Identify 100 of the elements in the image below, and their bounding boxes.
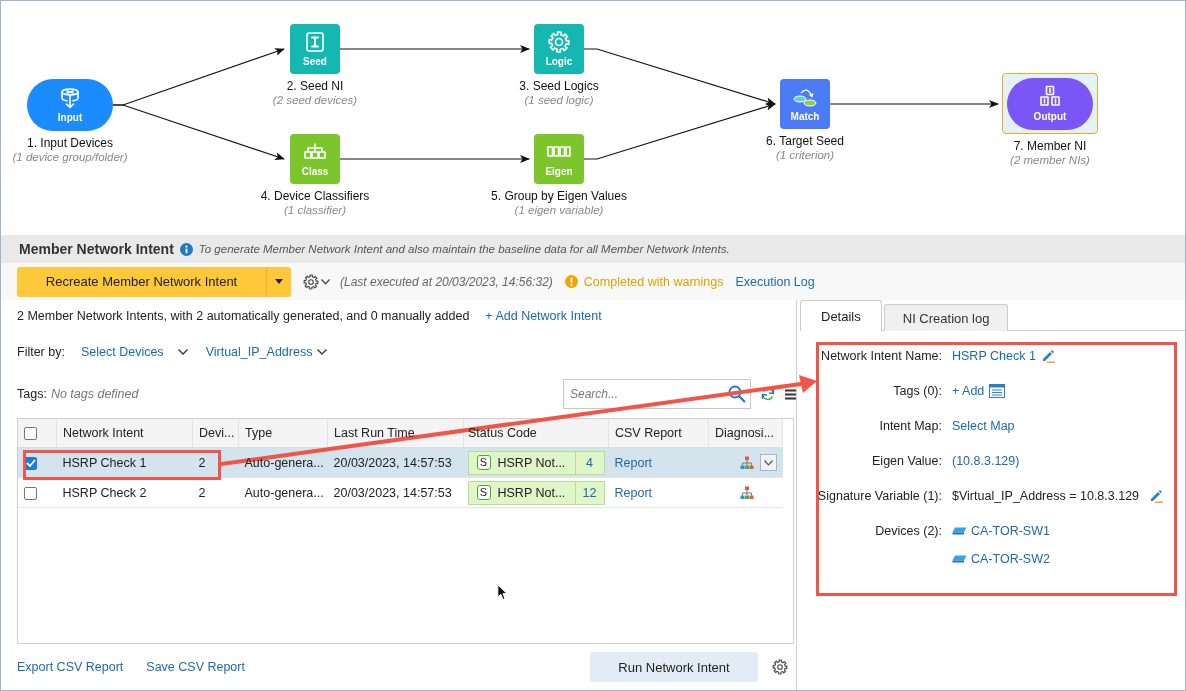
- warning-icon: [564, 275, 578, 288]
- status-count[interactable]: 12: [574, 481, 604, 504]
- table-cell: 20/03/2023, 14:57:53: [327, 447, 464, 478]
- section-title: Member Network Intent: [19, 241, 174, 257]
- node-subtitle: (1 seed logic): [524, 93, 594, 107]
- pill-node[interactable]: Input: [27, 79, 113, 131]
- status-chip[interactable]: S HSRP Not... 12: [467, 480, 605, 505]
- footer-link[interactable]: Save CSV Report: [146, 660, 245, 674]
- topology-icon[interactable]: [739, 455, 754, 470]
- report-link[interactable]: Report: [614, 485, 653, 500]
- intents-icon: [1038, 85, 1062, 109]
- column-header[interactable]: CSV Report: [608, 419, 709, 448]
- table-cell: 2: [192, 447, 239, 478]
- filter-label: Filter by:: [17, 345, 65, 359]
- table-cell: Auto-genera...: [238, 447, 328, 478]
- column-header[interactable]: Devi...: [192, 419, 239, 448]
- node-label: Logic: [545, 56, 573, 68]
- table-row[interactable]: HSRP Check 2 2 Auto-genera... 20/03/2023, 14:57:53 S HSRP Not... 12 Report: [18, 477, 793, 508]
- field-label: Intent Map:: [878, 418, 942, 433]
- run-network-intent-button[interactable]: Run Network Intent: [590, 652, 758, 682]
- status-text: Completed with warnings: [583, 274, 724, 289]
- node-label: Input: [57, 112, 83, 124]
- row-menu-button[interactable]: [759, 454, 777, 471]
- column-header[interactable]: Diagnosi...: [708, 419, 783, 448]
- filter-dropdown[interactable]: Virtual_IP_Address: [205, 345, 328, 359]
- table-cell: HSRP Check 2: [56, 477, 193, 508]
- tags-value: No tags defined: [50, 387, 139, 401]
- table-cell: Auto-genera...: [238, 477, 328, 508]
- settings-icon[interactable]: [772, 659, 788, 675]
- tab[interactable]: Details: [800, 300, 882, 331]
- execution-log-link[interactable]: Execution Log: [735, 274, 815, 289]
- status-count[interactable]: 4: [574, 451, 604, 474]
- node-title: 5. Group by Eigen Values: [491, 189, 627, 203]
- device-link[interactable]: CA-TOR-SW1: [971, 524, 1050, 538]
- column-header[interactable]: Last Run Time: [327, 419, 464, 448]
- status-badge: S: [476, 485, 491, 500]
- node-title: 2. Seed NI: [286, 79, 344, 93]
- menu-icon[interactable]: [785, 388, 796, 400]
- node-title: 4. Device Classifiers: [260, 189, 370, 203]
- value-link[interactable]: (10.8.3.129): [952, 454, 1020, 468]
- report-link[interactable]: Report: [614, 455, 653, 470]
- table-cell: 2: [192, 477, 239, 508]
- checkbox[interactable]: [24, 427, 37, 441]
- node-label: Eigen: [545, 166, 573, 178]
- search-field[interactable]: Search...: [563, 379, 751, 409]
- node-title: 3. Seed Logics: [519, 79, 599, 93]
- summary-text: 2 Member Network Intents, with 2 automatically generated, and 0 manually added: [17, 309, 470, 323]
- field-value: $Virtual_IP_Address = 10.8.3.129: [952, 489, 1140, 503]
- column-header[interactable]: Type: [238, 419, 328, 448]
- chevron-icon: [321, 278, 330, 285]
- node-title: 1. Input Devices: [26, 136, 113, 150]
- gear-icon: [547, 30, 571, 54]
- dropdown-button[interactable]: [266, 266, 291, 297]
- last-executed-text: (Last executed at 20/03/2023, 14:56:32): [340, 274, 553, 289]
- node-label: Output: [1033, 111, 1067, 123]
- pencil-icon[interactable]: [1149, 489, 1164, 503]
- square-node[interactable]: Match: [780, 79, 830, 129]
- node-subtitle: (1 criterion): [775, 148, 835, 162]
- add-tag-link[interactable]: + Add: [952, 384, 985, 398]
- node-label: Seed: [303, 56, 327, 68]
- column-header[interactable]: Network Intent: [56, 419, 193, 448]
- settings-dropdown[interactable]: [303, 273, 330, 290]
- status-text: HSRP Not...: [497, 455, 567, 470]
- field-label: Eigen Value:: [871, 453, 942, 468]
- node-label: Match: [790, 111, 820, 123]
- footer-link[interactable]: Export CSV Report: [17, 660, 124, 674]
- chevron-icon: [763, 459, 773, 466]
- refresh-icon[interactable]: [761, 387, 775, 401]
- checkbox[interactable]: [24, 486, 37, 500]
- pill-node[interactable]: Output: [1007, 78, 1093, 130]
- search-icon: [728, 385, 746, 403]
- field-label: Tags (0):: [892, 383, 942, 398]
- field-label: Signature Variable (1):: [816, 488, 942, 503]
- status-badge: S: [476, 455, 491, 470]
- list-icon[interactable]: [989, 384, 1006, 398]
- status-text: HSRP Not...: [497, 485, 567, 500]
- switch-icon: [952, 555, 967, 563]
- add-network-intent-link[interactable]: + Add Network Intent: [485, 309, 602, 323]
- chevron-icon: [177, 349, 188, 355]
- value-link[interactable]: Select Map: [952, 419, 1015, 433]
- settings-icon: [303, 273, 319, 290]
- recreate-button[interactable]: Recreate Member Network Intent: [17, 266, 266, 297]
- node-subtitle: (1 device group/folder): [12, 150, 128, 164]
- status-chip[interactable]: S HSRP Not... 4: [467, 450, 605, 475]
- device-link[interactable]: CA-TOR-SW2: [971, 552, 1050, 566]
- tab[interactable]: NI Creation log: [883, 304, 1009, 331]
- router-icon: [58, 86, 82, 110]
- pencil-icon[interactable]: [1040, 349, 1055, 363]
- topology-icon[interactable]: [739, 485, 754, 500]
- table-cell: 20/03/2023, 14:57:53: [327, 477, 464, 508]
- field-label: Network Intent Name:: [820, 348, 942, 363]
- node-subtitle: (1 eigen variable): [514, 203, 604, 217]
- node-subtitle: (1 classifier): [284, 203, 346, 217]
- column-header[interactable]: Status Code: [463, 419, 609, 448]
- table-cell: HSRP Check 1: [56, 447, 193, 478]
- node-title: 6. Target Seed: [766, 134, 844, 148]
- name-link[interactable]: HSRP Check 1: [952, 349, 1036, 363]
- info-icon: [179, 242, 193, 256]
- filter-dropdown[interactable]: Select Devices: [80, 345, 188, 359]
- field-label: Devices (2):: [874, 523, 942, 538]
